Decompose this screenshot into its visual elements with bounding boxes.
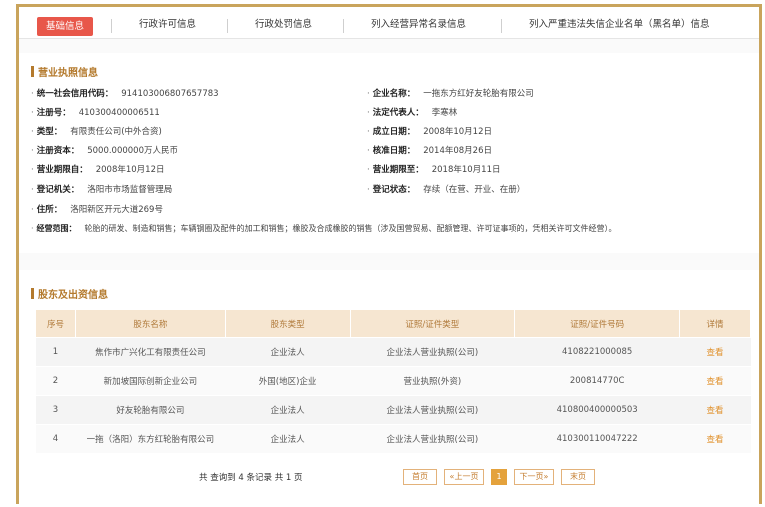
shareholder-table: 序号 股东名称 股东类型 证照/证件类型 证照/证件号码 详情 1 焦作市广兴化… bbox=[35, 309, 751, 454]
cell-type: 企业法人 bbox=[225, 395, 350, 425]
tab-abnormal-list[interactable]: 列入经营异常名录信息 bbox=[371, 17, 466, 33]
tab-divider bbox=[501, 19, 502, 33]
field-authority: · 登记机关： 洛阳市市场监督管理局 bbox=[31, 185, 173, 195]
shareholder-section-title: 股东及出资信息 bbox=[31, 286, 108, 301]
field-address: · 住所： 洛阳新区开元大道269号 bbox=[31, 205, 163, 215]
cell-no: 1 bbox=[35, 337, 76, 367]
field-status: · 登记状态： 存续（在营、开业、在册） bbox=[367, 185, 526, 195]
license-section-title: 营业执照信息 bbox=[31, 64, 98, 79]
tab-admin-license[interactable]: 行政许可信息 bbox=[139, 17, 196, 33]
col-header: 股东名称 bbox=[74, 309, 226, 338]
cell-cert-no: 410300110047222 bbox=[514, 424, 680, 454]
tab-divider bbox=[111, 19, 112, 33]
cell-cert-type: 企业法人营业执照(公司) bbox=[350, 424, 515, 454]
cell-cert-no: 410800400000503 bbox=[514, 395, 680, 425]
cell-cert-no: 200814770C bbox=[514, 366, 680, 396]
cell-name: 焦作市广兴化工有限责任公司 bbox=[75, 337, 226, 367]
cell-cert-type: 营业执照(外资) bbox=[350, 366, 515, 396]
shareholder-section: 股东及出资信息 序号 股东名称 股东类型 证照/证件类型 证照/证件号码 详情 … bbox=[19, 270, 759, 507]
table-row: 1 焦作市广兴化工有限责任公司 企业法人 企业法人营业执照(公司) 410822… bbox=[35, 337, 751, 367]
cell-type: 企业法人 bbox=[225, 424, 350, 454]
cell-no: 3 bbox=[35, 395, 76, 425]
prev-page-button[interactable]: «上一页 bbox=[444, 469, 484, 485]
cell-type: 企业法人 bbox=[225, 337, 350, 367]
cell-type: 外国(地区)企业 bbox=[225, 366, 350, 396]
table-header-row: 序号 股东名称 股东类型 证照/证件类型 证照/证件号码 详情 bbox=[35, 309, 751, 338]
cell-name: 好友轮胎有限公司 bbox=[75, 395, 226, 425]
cell-name: 新加坡国际创新企业公司 bbox=[75, 366, 226, 396]
tab-basic-info[interactable]: 基础信息 bbox=[37, 17, 94, 36]
cell-name: 一拖（洛阳）东方红轮胎有限公司 bbox=[75, 424, 226, 454]
view-detail-link[interactable]: 查看 bbox=[679, 395, 751, 425]
tab-divider bbox=[343, 19, 344, 33]
field-capital: · 注册资本： 5000.000000万人民币 bbox=[31, 146, 179, 156]
col-header: 股东类型 bbox=[224, 309, 351, 338]
cell-cert-no: 4108221000085 bbox=[514, 337, 680, 367]
license-section: 营业执照信息 · 统一社会信用代码： 914103006807657783 · 企业名… bbox=[19, 53, 759, 253]
pager-summary: 共 查询到 4 条记录 共 1 页 bbox=[199, 473, 303, 483]
field-company-name: · 企业名称： 一拖东方红好友轮胎有限公司 bbox=[367, 89, 534, 99]
view-detail-link[interactable]: 查看 bbox=[679, 337, 751, 367]
cell-cert-type: 企业法人营业执照(公司) bbox=[350, 395, 515, 425]
first-page-button[interactable]: 首页 bbox=[403, 469, 437, 485]
col-header: 证照/证件类型 bbox=[349, 309, 516, 338]
field-term-to: · 营业期限至： 2018年10月11日 bbox=[367, 165, 501, 175]
field-reg-no: · 注册号： 410300400006511 bbox=[31, 108, 160, 118]
field-term-from: · 营业期限自： 2008年10月12日 bbox=[31, 165, 165, 175]
table-row: 2 新加坡国际创新企业公司 外国(地区)企业 营业执照(外资) 20081477… bbox=[35, 366, 751, 396]
col-header: 序号 bbox=[35, 309, 76, 338]
section-marker-icon bbox=[31, 288, 34, 299]
field-type: · 类型： 有限责任公司(中外合资) bbox=[31, 127, 162, 137]
cell-no: 4 bbox=[35, 424, 76, 454]
table-row: 3 好友轮胎有限公司 企业法人 企业法人营业执照(公司) 41080040000… bbox=[35, 395, 751, 425]
content-frame: 基础信息 行政许可信息 行政处罚信息 列入经营异常名录信息 列入严重违法失信企业… bbox=[16, 4, 762, 507]
field-approved: · 核准日期： 2014年08月26日 bbox=[367, 146, 492, 156]
table-row: 4 一拖（洛阳）东方红轮胎有限公司 企业法人 企业法人营业执照(公司) 4103… bbox=[35, 424, 751, 454]
tab-divider bbox=[227, 19, 228, 33]
cell-no: 2 bbox=[35, 366, 76, 396]
tab-blacklist[interactable]: 列入严重违法失信企业名单（黑名单）信息 bbox=[529, 17, 710, 33]
tab-admin-penalty[interactable]: 行政处罚信息 bbox=[255, 17, 312, 33]
last-page-button[interactable]: 末页 bbox=[561, 469, 595, 485]
field-founded: · 成立日期： 2008年10月12日 bbox=[367, 127, 492, 137]
view-detail-link[interactable]: 查看 bbox=[679, 424, 751, 454]
col-header: 证照/证件号码 bbox=[514, 309, 681, 338]
view-detail-link[interactable]: 查看 bbox=[679, 366, 751, 396]
current-page-button[interactable]: 1 bbox=[491, 469, 507, 485]
field-legal-rep: · 法定代表人： 李寒林 bbox=[367, 108, 458, 118]
next-page-button[interactable]: 下一页» bbox=[514, 469, 554, 485]
cell-cert-type: 企业法人营业执照(公司) bbox=[350, 337, 515, 367]
field-credit-code: · 统一社会信用代码： 914103006807657783 bbox=[31, 89, 219, 99]
tab-bar: 基础信息 行政许可信息 行政处罚信息 列入经营异常名录信息 列入严重违法失信企业… bbox=[19, 7, 759, 39]
section-marker-icon bbox=[31, 66, 34, 77]
col-header: 详情 bbox=[679, 309, 751, 338]
field-scope: · 经营范围： 轮胎的研发、制造和销售；车辆钢圈及配件的加工和销售；橡胶及合成橡胶的… bbox=[31, 224, 617, 233]
